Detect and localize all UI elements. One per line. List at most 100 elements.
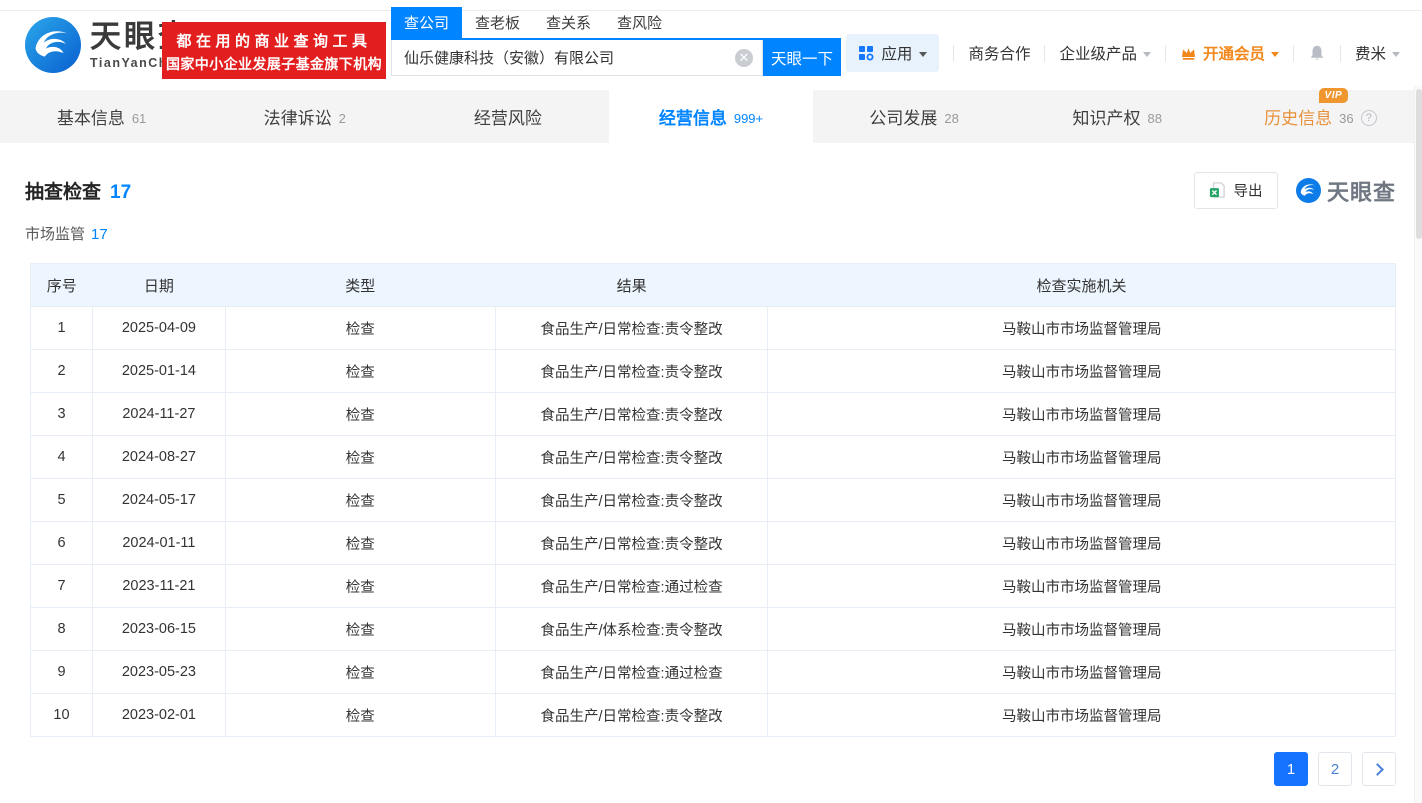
table-cell: 8	[31, 608, 93, 651]
tab-history-info[interactable]: 历史信息VIP36?	[1219, 90, 1422, 143]
table-cell: 检查	[225, 393, 495, 436]
table-cell: 马鞍山市市场监督管理局	[768, 565, 1396, 608]
scrollbar-thumb[interactable]	[1416, 89, 1422, 239]
caret-down-icon	[1143, 52, 1151, 57]
table-cell: 检查	[225, 608, 495, 651]
table-cell: 检查	[225, 522, 495, 565]
tab-company-development[interactable]: 公司发展 28	[813, 90, 1016, 143]
table-cell: 检查	[225, 479, 495, 522]
nav-label: 企业级产品	[1059, 42, 1137, 64]
nav-tabs: 基本信息 61 法律诉讼2 经营风险 经营信息999+ 公司发展 28 知识产权88历史信息V…	[0, 90, 1422, 143]
table-row: 92023-05-23检查食品生产/日常检查:通过检查马鞍山市市场监督管理局	[31, 651, 1396, 694]
search-button[interactable]: 天眼一下	[763, 40, 841, 76]
page-button-2[interactable]: 2	[1318, 752, 1352, 786]
apps-button[interactable]: 应用	[846, 34, 939, 72]
tab-label: 公司发展	[869, 104, 937, 129]
search-widget: 查公司查老板查关系查风险 ✕ 天眼一下	[391, 12, 841, 76]
tab-operating-risk[interactable]: 经营风险	[406, 90, 609, 143]
table-cell: 检查	[225, 651, 495, 694]
header-nav: 应用 商务合作 企业级产品 开通会员	[846, 36, 1400, 70]
table-cell: 2024-11-27	[92, 393, 225, 436]
tab-label: 法律诉讼	[264, 104, 332, 129]
table-cell: 食品生产/日常检查:责令整改	[495, 350, 768, 393]
table-cell: 食品生产/日常检查:责令整改	[495, 307, 768, 350]
table-cell: 马鞍山市市场监督管理局	[768, 522, 1396, 565]
help-icon[interactable]: ?	[1361, 110, 1377, 126]
tab-label: 经营风险	[474, 104, 542, 129]
table-cell: 7	[31, 565, 93, 608]
tab-intellectual-property[interactable]: 知识产权88	[1016, 90, 1219, 143]
promo-badge: 都在用的商业查询工具 国家中小企业发展子基金旗下机构	[162, 22, 386, 79]
table-cell: 2024-05-17	[92, 479, 225, 522]
search-tab-risk[interactable]: 查风险	[604, 7, 675, 38]
search-tab-boss[interactable]: 查老板	[462, 7, 533, 38]
pagination: 12	[1274, 752, 1396, 786]
table-cell: 检查	[225, 694, 495, 737]
caret-down-icon	[919, 52, 927, 57]
notification-bell-icon[interactable]	[1308, 44, 1326, 62]
promo-line2: 国家中小企业发展子基金旗下机构	[162, 54, 386, 74]
section-title-row: 抽查检查17	[25, 177, 131, 204]
divider	[1340, 45, 1341, 62]
tab-lawsuits[interactable]: 法律诉讼2	[203, 90, 406, 143]
section-count: 17	[110, 182, 131, 203]
table-body: 12025-04-09检查食品生产/日常检查:责令整改马鞍山市市场监督管理局22…	[31, 307, 1396, 737]
divider	[1165, 45, 1166, 62]
watermark-label: 天眼查	[1327, 175, 1396, 207]
caret-down-icon	[1271, 52, 1279, 57]
export-button[interactable]: 导出	[1194, 172, 1278, 209]
excel-file-icon	[1209, 182, 1226, 199]
search-tab-relation[interactable]: 查关系	[533, 7, 604, 38]
nav-business-cooperation[interactable]: 商务合作	[968, 42, 1030, 64]
table-cell: 检查	[225, 565, 495, 608]
nav-enterprise-products[interactable]: 企业级产品	[1059, 42, 1151, 64]
apps-label: 应用	[881, 42, 912, 64]
table-cell: 食品生产/日常检查:责令整改	[495, 694, 768, 737]
header: 天眼查 TianYanCha.com 都在用的商业查询工具 国家中小企业发展子基…	[0, 11, 1422, 90]
table-row: 102023-02-01检查食品生产/日常检查:责令整改马鞍山市市场监督管理局	[31, 694, 1396, 737]
table-column-header: 类型	[225, 264, 495, 307]
search-tab-company[interactable]: 查公司	[391, 7, 462, 38]
scrollbar-track[interactable]	[1414, 85, 1422, 803]
table-row: 82023-06-15检查食品生产/体系检查:责令整改马鞍山市市场监督管理局	[31, 608, 1396, 651]
nav-open-vip[interactable]: 开通会员	[1180, 42, 1279, 64]
table-row: 42024-08-27检查食品生产/日常检查:责令整改马鞍山市市场监督管理局	[31, 436, 1396, 479]
table-cell: 2023-06-15	[92, 608, 225, 651]
tab-label: 知识产权	[1073, 104, 1141, 129]
table-column-header: 结果	[495, 264, 768, 307]
table-cell: 9	[31, 651, 93, 694]
next-page-button[interactable]	[1362, 752, 1396, 786]
tab-label: 基本信息	[57, 104, 125, 129]
promo-line1: 都在用的商业查询工具	[162, 30, 386, 51]
table-cell: 2023-11-21	[92, 565, 225, 608]
table-cell: 2023-02-01	[92, 694, 225, 737]
divider	[1293, 45, 1294, 62]
table-row: 52024-05-17检查食品生产/日常检查:责令整改马鞍山市市场监督管理局	[31, 479, 1396, 522]
page-button-1[interactable]: 1	[1274, 752, 1308, 786]
table-cell: 食品生产/日常检查:责令整改	[495, 479, 768, 522]
search-tabs: 查公司查老板查关系查风险	[391, 12, 841, 40]
divider	[1044, 45, 1045, 62]
table-cell: 2025-04-09	[92, 307, 225, 350]
table-cell: 2024-08-27	[92, 436, 225, 479]
table-cell: 食品生产/日常检查:责令整改	[495, 522, 768, 565]
subsection-title: 市场监管	[25, 226, 85, 243]
tianyancha-eye-icon	[1296, 178, 1321, 203]
tab-count: 61	[132, 111, 146, 126]
table-cell: 2023-05-23	[92, 651, 225, 694]
inspection-table: 序号日期类型结果检查实施机关 12025-04-09检查食品生产/日常检查:责令…	[30, 263, 1396, 737]
table-cell: 马鞍山市市场监督管理局	[768, 651, 1396, 694]
tianyancha-eye-icon	[25, 17, 81, 73]
user-menu[interactable]: 费米	[1355, 42, 1400, 64]
tab-count: 28	[944, 111, 958, 126]
divider	[953, 45, 954, 62]
table-cell: 食品生产/体系检查:责令整改	[495, 608, 768, 651]
tab-basic-info[interactable]: 基本信息 61	[0, 90, 203, 143]
table-cell: 2024-01-11	[92, 522, 225, 565]
table-cell: 马鞍山市市场监督管理局	[768, 436, 1396, 479]
clear-search-icon[interactable]: ✕	[735, 49, 753, 67]
search-input[interactable]	[391, 40, 763, 76]
table-cell: 4	[31, 436, 93, 479]
table-cell: 2	[31, 350, 93, 393]
tab-business-info[interactable]: 经营信息999+	[609, 90, 812, 143]
